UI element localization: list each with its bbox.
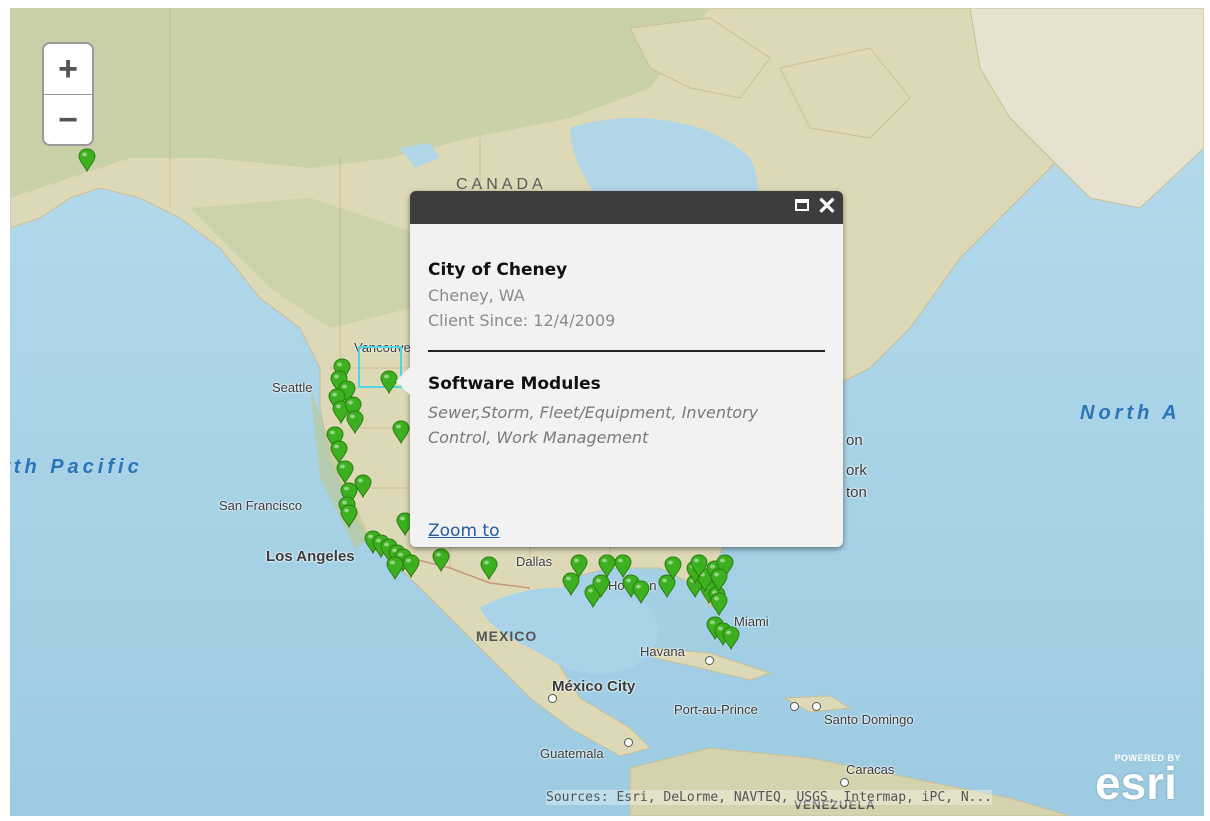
label-caracas: Caracas bbox=[846, 762, 895, 777]
client-marker[interactable] bbox=[480, 556, 498, 581]
popup-pointer bbox=[396, 367, 410, 395]
label-north-pacific: rth Pacific bbox=[10, 456, 143, 478]
label-dallas: Dallas bbox=[516, 554, 553, 569]
label-fragment-york: ork bbox=[846, 462, 867, 479]
popup-modules-list: Sewer,Storm, Fleet/Equipment, Inventory … bbox=[428, 403, 759, 447]
map-attribution: Sources: Esri, DeLorme, NAVTEQ, USGS, In… bbox=[546, 790, 993, 805]
esri-wordmark: esri bbox=[1095, 757, 1177, 809]
client-marker[interactable] bbox=[722, 626, 740, 651]
city-dot bbox=[840, 778, 849, 787]
label-fragment-on: on bbox=[846, 432, 863, 449]
client-marker[interactable] bbox=[614, 554, 632, 579]
label-port-au-prince: Port-au-Prince bbox=[674, 702, 758, 717]
info-popup: ✕ City of Cheney Cheney, WA Client Since… bbox=[396, 191, 843, 547]
popup-location: Cheney, WA bbox=[428, 286, 525, 305]
city-dot bbox=[548, 694, 557, 703]
city-dot bbox=[812, 702, 821, 711]
city-dot bbox=[624, 738, 633, 747]
zoom-control: + − bbox=[42, 42, 94, 146]
popup-client-since: Client Since: 12/4/2009 bbox=[428, 311, 616, 330]
label-seattle: Seattle bbox=[272, 380, 313, 395]
popup-modules-heading: Software Modules bbox=[428, 374, 601, 394]
popup-divider bbox=[428, 350, 825, 352]
client-marker[interactable] bbox=[402, 554, 420, 579]
label-mexico-city: México City bbox=[552, 678, 636, 695]
client-marker[interactable] bbox=[664, 556, 682, 581]
label-san-francisco: San Francisco bbox=[219, 498, 303, 513]
label-santo-domingo: Santo Domingo bbox=[824, 712, 914, 727]
label-mexico: MEXICO bbox=[476, 628, 538, 644]
client-marker[interactable] bbox=[432, 548, 450, 573]
client-marker[interactable] bbox=[690, 554, 708, 579]
city-dot bbox=[790, 702, 799, 711]
label-north-atlantic: North A bbox=[1080, 402, 1181, 424]
popup-title: City of Cheney bbox=[428, 260, 568, 280]
label-fragment-ton: ton bbox=[846, 484, 867, 501]
client-marker[interactable] bbox=[710, 592, 728, 617]
zoom-out-button[interactable]: − bbox=[44, 95, 92, 145]
client-marker[interactable] bbox=[340, 504, 358, 529]
client-marker[interactable] bbox=[632, 580, 650, 605]
client-marker[interactable] bbox=[570, 554, 588, 579]
popup-titlebar: ✕ bbox=[410, 191, 843, 224]
zoom-in-button[interactable]: + bbox=[44, 44, 92, 94]
map-view[interactable]: CANADA rth Pacific North A Vancouver Sea… bbox=[10, 8, 1204, 816]
label-havana: Havana bbox=[640, 644, 685, 659]
client-marker[interactable] bbox=[392, 420, 410, 445]
popup-content: City of Cheney Cheney, WA Client Since: … bbox=[410, 224, 843, 450]
maximize-icon[interactable] bbox=[795, 199, 809, 211]
client-marker[interactable] bbox=[386, 556, 404, 581]
client-marker[interactable] bbox=[78, 148, 96, 173]
close-icon[interactable]: ✕ bbox=[817, 193, 837, 221]
client-marker[interactable] bbox=[710, 568, 728, 593]
city-dot bbox=[705, 656, 714, 665]
client-marker[interactable] bbox=[346, 410, 364, 435]
esri-logo[interactable]: POWERED BY esri bbox=[1095, 753, 1195, 808]
label-guatemala: Guatemala bbox=[540, 746, 604, 761]
client-marker[interactable] bbox=[336, 460, 354, 485]
zoom-to-link[interactable]: Zoom to bbox=[428, 521, 499, 541]
label-los-angeles: Los Angeles bbox=[266, 548, 355, 565]
